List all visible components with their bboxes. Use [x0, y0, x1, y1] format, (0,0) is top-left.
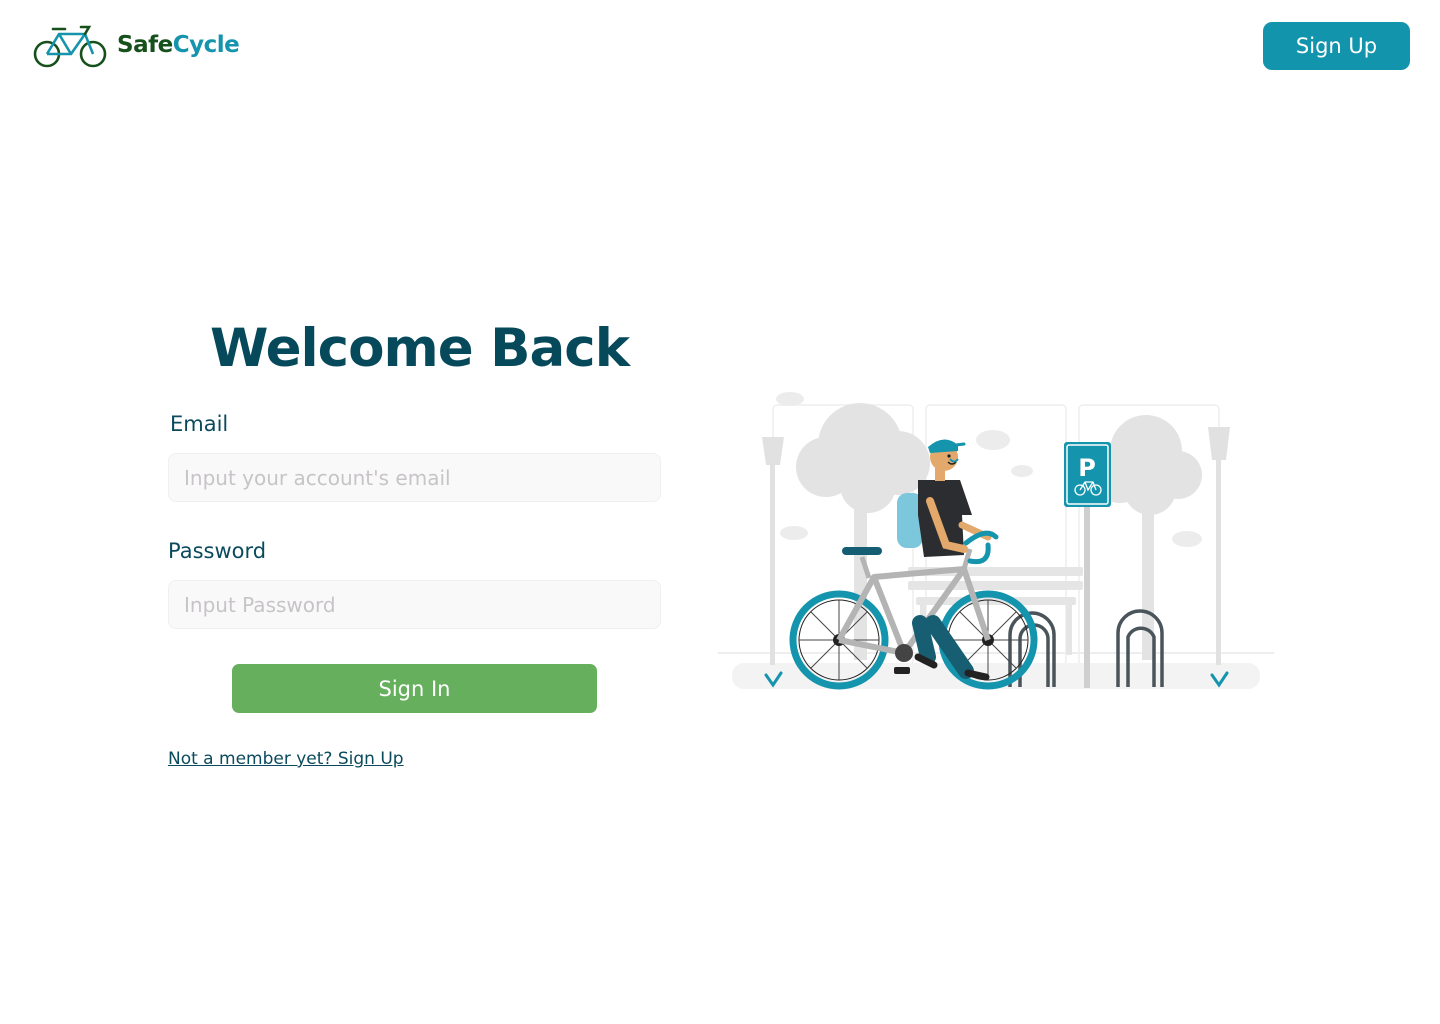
- login-page: SafeCycle Sign Up Welcome Back Email Pas…: [0, 0, 1440, 1024]
- brand-name: SafeCycle: [117, 32, 240, 58]
- header-sign-up-button[interactable]: Sign Up: [1263, 22, 1410, 70]
- logo[interactable]: SafeCycle: [33, 22, 240, 68]
- sign-in-button[interactable]: Sign In: [232, 664, 597, 713]
- cyclist-parking-illustration: P: [718, 392, 1274, 690]
- password-label: Password: [168, 539, 267, 563]
- brand-name-part1: Safe: [117, 32, 173, 58]
- email-input[interactable]: [168, 453, 661, 502]
- email-label: Email: [170, 412, 229, 436]
- password-input[interactable]: [168, 580, 661, 629]
- bicycle-logo-icon: [33, 25, 107, 68]
- sign-up-link[interactable]: Not a member yet? Sign Up: [168, 749, 404, 769]
- parking-sign-letter: P: [1078, 454, 1096, 482]
- brand-name-part2: Cycle: [172, 32, 240, 58]
- page-title: Welcome Back: [210, 318, 630, 379]
